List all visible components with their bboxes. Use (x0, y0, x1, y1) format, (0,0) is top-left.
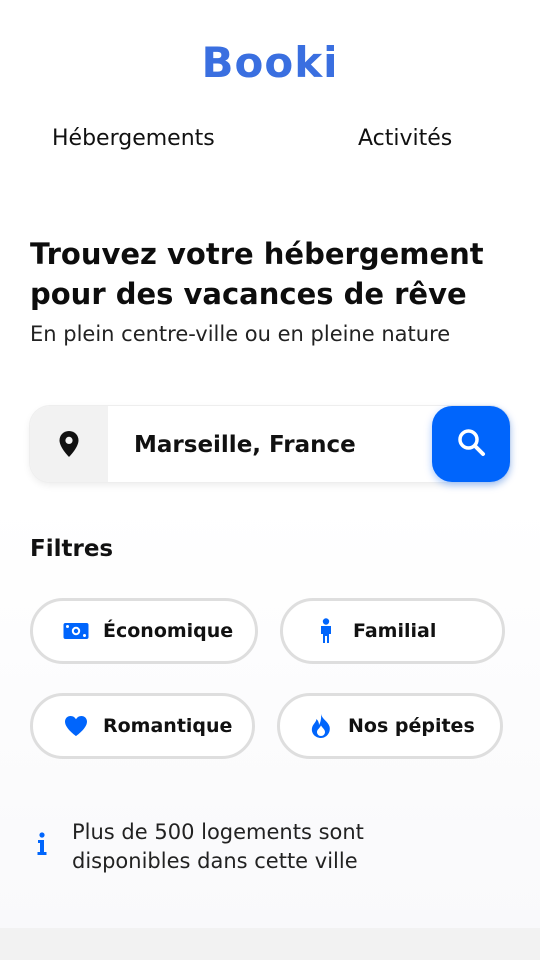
map-pin-icon (30, 406, 108, 482)
info-text: Plus de 500 logements sont disponibles d… (72, 820, 364, 873)
info-icon (36, 832, 54, 860)
fire-icon (308, 713, 334, 739)
bottom-section (0, 928, 540, 960)
hero-subtitle: En plein centre-ville ou en pleine natur… (30, 322, 451, 346)
booki-logo[interactable]: Booki (0, 38, 540, 87)
nav-activites[interactable]: Activités (358, 126, 452, 151)
info-message: Plus de 500 logements sont disponibles d… (36, 818, 496, 876)
filter-nos-pepites[interactable]: Nos pépites (277, 693, 503, 759)
filters-title: Filtres (30, 536, 114, 562)
filter-label: Romantique (103, 715, 233, 737)
hero-title: Trouvez votre hébergement pour des vacan… (30, 237, 484, 311)
search-bar (30, 406, 510, 482)
filter-romantique[interactable]: Romantique (30, 693, 255, 759)
nav-hebergements[interactable]: Hébergements (52, 126, 215, 151)
money-icon (63, 618, 89, 644)
filter-familial[interactable]: Familial (280, 598, 505, 664)
filter-label: Nos pépites (348, 715, 475, 737)
search-button[interactable] (432, 406, 510, 482)
filter-economique[interactable]: Économique (30, 598, 258, 664)
person-icon (313, 618, 339, 644)
filter-label: Économique (103, 620, 234, 642)
search-icon (456, 427, 486, 461)
filter-label: Familial (353, 620, 437, 642)
heart-icon (63, 713, 89, 739)
search-input[interactable] (132, 424, 436, 466)
main-nav: Hébergements Activités (0, 126, 540, 162)
